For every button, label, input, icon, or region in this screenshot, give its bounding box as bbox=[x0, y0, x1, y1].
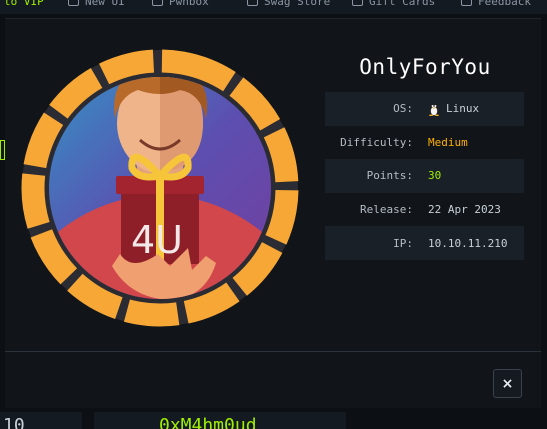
background-navbar: to VIP New UI Pwnbox Swag Store Gift Car… bbox=[0, 0, 547, 14]
background-user-cell: 0xM4hm0ud bbox=[94, 412, 346, 429]
ip-label: IP: bbox=[393, 236, 413, 250]
gift-icon bbox=[352, 0, 363, 6]
nav-upgrade-vip[interactable]: to VIP bbox=[4, 0, 44, 8]
info-row-difficulty: Difficulty: Medium bbox=[325, 126, 524, 160]
points-value: 30 bbox=[428, 169, 442, 183]
background-rank-cell: 10 bbox=[0, 412, 82, 429]
difficulty-value: Medium bbox=[428, 135, 468, 149]
ip-value: 10.10.11.210 bbox=[428, 236, 508, 250]
avatar-image: 4U bbox=[21, 49, 299, 327]
nav-gift-cards[interactable]: Gift Cards bbox=[352, 0, 435, 8]
store-icon bbox=[247, 0, 258, 6]
info-row-release: Release: 22 Apr 2023 bbox=[325, 193, 524, 227]
machine-avatar: 4U bbox=[20, 48, 300, 328]
points-label: Points: bbox=[366, 169, 413, 183]
nav-feedback[interactable]: Feedback bbox=[461, 0, 531, 8]
difficulty-label: Difficulty: bbox=[340, 135, 413, 149]
linux-penguin-icon bbox=[429, 103, 439, 116]
close-icon: × bbox=[501, 375, 514, 392]
machine-name-title: OnlyForYou bbox=[359, 55, 491, 79]
nav-swag-store[interactable]: Swag Store bbox=[247, 0, 330, 8]
info-row-os: OS: Linux bbox=[325, 92, 524, 126]
release-label: Release: bbox=[360, 203, 413, 217]
close-button[interactable]: × bbox=[493, 369, 522, 398]
machine-info-modal: 4U OnlyForYou OS: Linux Difficulty: Medi… bbox=[5, 18, 541, 408]
nav-new-ui[interactable]: New UI bbox=[68, 0, 125, 8]
machine-info-table: OS: Linux Difficulty: Medium Points: 30 bbox=[325, 92, 524, 260]
pwnbox-icon bbox=[152, 0, 163, 6]
os-label: OS: bbox=[393, 102, 413, 116]
nav-pwnbox[interactable]: Pwnbox bbox=[152, 0, 209, 8]
feedback-icon bbox=[461, 0, 472, 6]
info-row-ip: IP: 10.10.11.210 bbox=[325, 226, 524, 260]
release-value: 22 Apr 2023 bbox=[428, 203, 501, 217]
os-value: Linux bbox=[428, 102, 479, 116]
modal-divider bbox=[5, 351, 541, 352]
info-row-points: Points: 30 bbox=[325, 159, 524, 193]
new-ui-icon bbox=[68, 0, 79, 6]
